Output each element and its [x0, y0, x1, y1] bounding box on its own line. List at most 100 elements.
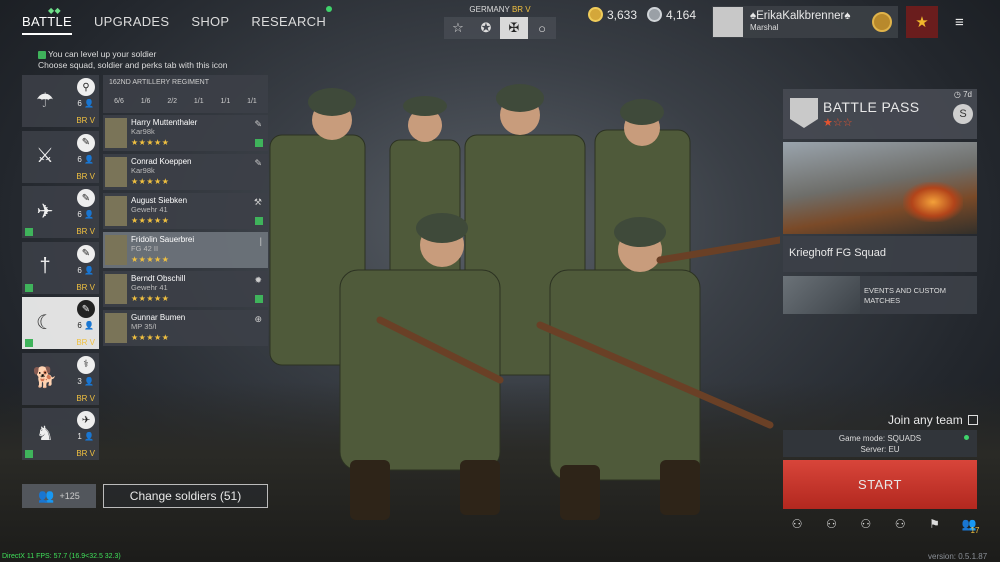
events-label: EVENTS AND CUSTOM MATCHES [864, 286, 946, 305]
start-button[interactable]: START [783, 460, 977, 509]
invite-friend-icon[interactable]: ⚇ [822, 517, 840, 531]
tab-upgrades[interactable]: UPGRADES [94, 14, 169, 35]
squad-soldier-count: 6 👤 [77, 321, 94, 330]
soldier-weapon: MP 35/I [131, 322, 157, 331]
nation-br: BR V [511, 5, 531, 14]
squad-soldier-count: 6 👤 [77, 154, 94, 164]
soldier-class-icon: | [259, 236, 262, 246]
soldier-row[interactable]: Conrad Koeppen Kar98k ★★★★★ ✎ [103, 154, 268, 190]
party-bar: ⚇ ⚇ ⚇ ⚇ ⚑ 👥 17 [788, 517, 980, 535]
silver-currency[interactable]: 4,164 [647, 7, 696, 22]
hint-line-2: Choose squad, soldier and perks tab with… [38, 60, 228, 70]
profile-card[interactable]: ♠ErikaKalkbrenner♠ Marshal [712, 6, 898, 38]
online-status-dot [964, 435, 969, 440]
debug-fps-text: DirectX 11 FPS: 57.7 (16.9<32.5 32.3) [2, 553, 121, 560]
join-any-team-checkbox[interactable] [967, 415, 978, 425]
squad-soldier-count: 6 👤 [77, 99, 94, 108]
squad-br: BR V [76, 393, 95, 403]
star-campaign-icon[interactable]: ☆ [444, 17, 472, 39]
events-button[interactable]: EVENTS AND CUSTOM MATCHES [783, 276, 977, 314]
squad-card[interactable]: ⚔ ✎ 6 👤 BR V [22, 130, 99, 183]
person-icon: 👤 [84, 154, 94, 164]
regiment-stat: 1/1 [220, 98, 231, 105]
avatar [713, 7, 743, 37]
soldier-row[interactable]: August Siebken Gewehr 41 ★★★★★ ⚒ [103, 193, 268, 229]
hamburger-menu-icon[interactable]: ≡ [955, 14, 964, 31]
squad-card[interactable]: ♞ ✈ 1 👤 BR V [22, 408, 99, 460]
soldier-name: Harry Muttenthaler [131, 118, 198, 127]
squad-class-icon: ✎ [77, 300, 95, 318]
invite-friend-icon[interactable]: ⚇ [857, 517, 875, 531]
emblem-campaign-icon[interactable]: ✪ [472, 17, 500, 39]
start-label: START [858, 477, 902, 492]
soldier-row[interactable]: Berndt Obschill Gewehr 41 ★★★★★ ✹ [103, 271, 268, 307]
german-cross-icon[interactable]: ✠ [500, 17, 528, 39]
silver-coin-icon [647, 7, 662, 22]
battle-pass-timer: ◷ 7d [954, 90, 972, 99]
add-soldiers-button[interactable]: 👥 +125 [22, 484, 96, 508]
soldier-row[interactable]: Fridolin Sauerbrei FG 42 II ★★★★★ | [103, 232, 268, 268]
soldier-stars: ★★★★★ [131, 177, 170, 186]
upgrade-hint-icon [38, 50, 46, 59]
squad-card[interactable]: 🐕 ⚕ 3 👤 BR V [22, 352, 99, 405]
soldier-stars: ★★★★★ [131, 255, 170, 264]
soldier-row[interactable]: Gunnar Bumen MP 35/I ★★★★★ ⊕ [103, 310, 268, 346]
season-coin-icon: S [953, 104, 973, 124]
tab-research[interactable]: RESEARCH [251, 6, 333, 35]
upgrade-available-icon [25, 339, 33, 347]
soldier-stars: ★★★★★ [131, 333, 170, 342]
gold-coin-icon [588, 7, 603, 22]
squad-card[interactable]: ☂ ⚲ 6 👤 BR V [22, 75, 99, 127]
soldier-portrait [105, 313, 127, 343]
upgrade-available-icon [255, 295, 263, 303]
squad-class-icon: ✎ [77, 133, 95, 152]
crescent-emblem-icon: ☾ [36, 311, 54, 334]
regiment-stat: 6/6 [114, 98, 124, 105]
circle-campaign-icon[interactable]: ○ [528, 17, 556, 39]
squad-br: BR V [76, 338, 95, 347]
lion-emblem-icon: ♞ [36, 422, 54, 445]
tab-shop[interactable]: SHOP [191, 14, 229, 35]
friends-icon[interactable]: 👥 17 [960, 517, 979, 535]
change-soldiers-label: Change soldiers (51) [129, 489, 242, 503]
squad-card[interactable]: ✈ ✎ 6 👤 BR V [22, 186, 99, 238]
promo-banner-image[interactable] [783, 142, 977, 234]
person-icon: 👤 [84, 265, 94, 275]
tab-upgrades-label: UPGRADES [93, 14, 170, 29]
silver-amount: 4,164 [666, 7, 697, 22]
battle-pass-title: BATTLE PASS [823, 99, 920, 115]
invite-friend-icon[interactable]: ⚇ [891, 517, 909, 531]
main-nav: ◆◆ BATTLE UPGRADES SHOP RESEARCH [22, 6, 333, 35]
soldier-class-icon: ⊕ [254, 314, 262, 324]
flag-icon[interactable]: ⚑ [926, 517, 944, 531]
battle-pass-card[interactable]: BATTLE PASS ★☆☆ ◷ 7d S [783, 89, 977, 139]
nation-selector: GERMANY BR V ☆ ✪ ✠ ○ [444, 5, 556, 39]
server-text: Server: EU [860, 445, 900, 454]
game-mode-selector[interactable]: Game mode: SQUADS Server: EU [783, 430, 977, 457]
person-icon: 👤 [84, 432, 94, 441]
squad-card[interactable]: † ✎ 6 👤 BR V [22, 241, 99, 294]
soldier-stars: ★★★★★ [131, 294, 170, 303]
tab-battle[interactable]: ◆◆ BATTLE [22, 6, 72, 35]
join-any-team-toggle[interactable]: Join any team [888, 413, 978, 427]
soldier-row[interactable]: Harry Muttenthaler Kar98k ★★★★★ ✎ [103, 115, 268, 151]
squad-soldiers-illustration [269, 84, 780, 520]
promo-squad-card[interactable]: Krieghoff FG Squad [783, 236, 977, 272]
player-rank: Marshal [750, 23, 779, 32]
squad-br: BR V [76, 116, 95, 125]
star-medal-button[interactable]: ★ [906, 6, 938, 38]
invite-friend-icon[interactable]: ⚇ [788, 517, 806, 531]
gold-amount: 3,633 [607, 7, 638, 22]
soldier-name: Gunnar Bumen [131, 313, 186, 322]
soldier-class-icon: ✎ [254, 119, 262, 129]
soldier-stars: ★★★★★ [131, 138, 170, 147]
soldier-weapon: Gewehr 41 [131, 205, 168, 214]
change-soldiers-button[interactable]: Change soldiers (51) [103, 484, 268, 508]
gold-currency[interactable]: 3,633 [588, 7, 637, 22]
wing-emblem-icon: ✈ [36, 200, 54, 223]
squad-class-icon: ✎ [77, 189, 95, 207]
squad-card[interactable]: ☾ ✎ 6 👤 BR V [22, 297, 99, 349]
add-soldiers-count: +125 [59, 491, 80, 501]
tab-battle-label: BATTLE [22, 14, 72, 29]
player-name: ♠ErikaKalkbrenner♠ [750, 10, 851, 22]
